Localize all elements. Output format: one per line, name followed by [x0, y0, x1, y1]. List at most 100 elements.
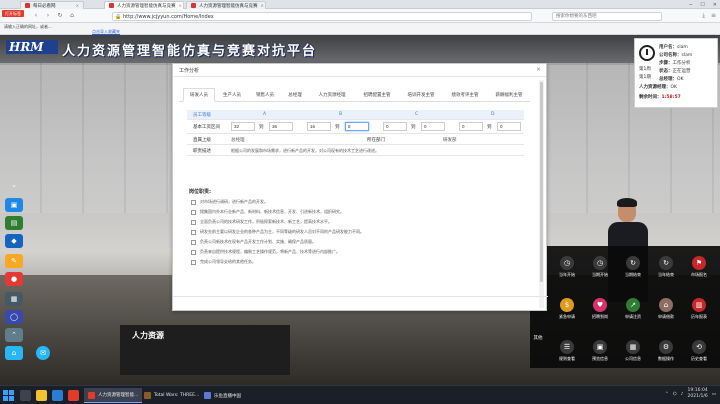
function-button-label: 规则查看 — [559, 356, 575, 361]
app-shortcut-icon[interactable]: ▦ — [5, 292, 23, 306]
duty-item[interactable]: 对市场进行调研，进行新产品的开发。 — [191, 198, 268, 206]
expand-up-icon[interactable]: ⌃ — [5, 328, 23, 342]
dialog-scrollbar-thumb[interactable] — [540, 82, 543, 282]
app-shortcut-icon[interactable]: ◯ — [5, 310, 23, 324]
function-button[interactable]: ♥ 招聘到岗 — [585, 298, 615, 322]
function-button[interactable]: ⚙ 数据操作 — [651, 340, 681, 364]
refresh-icon: ↻ — [659, 256, 673, 270]
chevron-up-icon[interactable]: ⌃ — [665, 392, 669, 397]
function-button[interactable]: ↗ 申请注资 — [618, 298, 648, 322]
address-bar[interactable]: 🔒 http://www.jcjyyun.com/Home/Index — [112, 12, 532, 21]
home-icon[interactable]: ⌂ — [66, 12, 78, 19]
taskbar-clock[interactable]: 19:16:04 2021/1/6 — [688, 388, 708, 400]
role-tab[interactable]: 销售人员 — [249, 88, 281, 102]
function-button[interactable]: $ 紧急申请 — [552, 298, 582, 322]
collapse-down-icon[interactable]: ⌄ — [5, 178, 23, 192]
network-icon[interactable]: ⌬ — [673, 392, 677, 397]
dialog-body: 研发人员 生产人员 销售人员 总经理 人力资源经理 招聘配置主管 培训开发主管 绩效考评主管薪… — [179, 80, 530, 308]
duty-item[interactable]: 研发先前主要以研发企业的各种产品为主，不同等级的研发人员对不同的产品研发能力不同… — [191, 228, 364, 236]
role-tab[interactable]: 生产人员 — [215, 88, 249, 102]
address-text: http://www.jcjyyun.com/Home/Index — [123, 14, 214, 20]
task-view-icon[interactable] — [20, 390, 31, 401]
duty-item[interactable]: 搜集国内外本行业新产品、新材料、新技术信息，开发、引进新技术，组织研究。 — [191, 208, 344, 216]
app-shortcut-icon[interactable]: ✎ — [5, 254, 23, 268]
app-icon[interactable] — [68, 390, 79, 401]
salary-b-to-input[interactable] — [345, 122, 369, 131]
function-button[interactable]: ◷ 当年开始 — [552, 256, 582, 280]
app-shortcut-icon[interactable]: ▤ — [5, 216, 23, 230]
function-button[interactable]: ⌂ 申请借款 — [651, 298, 681, 322]
file-explorer-icon[interactable] — [36, 390, 47, 401]
function-button[interactable]: ↻ 当年结束 — [651, 256, 681, 280]
minimize-icon[interactable]: ─ — [689, 2, 692, 8]
notifications-icon[interactable]: ▭ — [712, 392, 716, 397]
salary-c-from-input[interactable] — [383, 122, 407, 131]
duty-item[interactable]: 全面负责公司的技术研发工作，积极探索新技术、新工艺，提高技术水平。 — [191, 218, 332, 226]
browser-tab-1[interactable]: 每日必看网 ✕ — [20, 1, 84, 9]
forward-icon[interactable]: › — [42, 12, 54, 19]
salary-d-to-input[interactable] — [497, 122, 521, 131]
salary-c-to-input[interactable] — [421, 122, 445, 131]
salary-b-from-input[interactable] — [307, 122, 331, 131]
browser-tab-3[interactable]: 人力资源管理智能仿真与竞赛 ✕ — [186, 1, 266, 9]
duty-checkbox[interactable] — [191, 239, 196, 245]
taskbar-app[interactable]: 人力资源管理智能... — [84, 388, 143, 403]
function-button[interactable]: ☰ 规则查看 — [552, 340, 582, 364]
app-shortcut-icon[interactable]: ● — [5, 272, 23, 286]
function-button[interactable]: ◷ 当期开始 — [585, 256, 615, 280]
role-tab[interactable]: 绩效考评主管 — [443, 88, 487, 102]
duty-checkbox[interactable] — [191, 259, 196, 265]
download-icon[interactable]: ⤓ — [702, 12, 705, 20]
chat-icon[interactable]: ✉ — [36, 346, 50, 360]
duty-checkbox[interactable] — [191, 199, 196, 205]
duty-checkbox[interactable] — [191, 219, 196, 225]
salary-d-from-input[interactable] — [459, 122, 483, 131]
function-button[interactable]: ⚑ 市场报名 — [684, 256, 714, 280]
taskbar-app[interactable]: 乐鱼直播中国 — [200, 388, 245, 403]
menu-icon[interactable]: ≡ — [711, 12, 716, 20]
function-button[interactable]: ↻ 当期结束 — [618, 256, 648, 280]
salary-a-from-input[interactable] — [231, 122, 255, 131]
function-button[interactable]: ⟲ 历史查看 — [684, 340, 714, 364]
close-window-icon[interactable]: ✕ — [713, 2, 717, 8]
role-tab[interactable]: 总经理 — [281, 88, 309, 102]
back-icon[interactable]: ‹ — [30, 12, 42, 19]
history-icon: ⟲ — [692, 340, 706, 354]
volume-icon[interactable]: ♪ — [681, 392, 684, 397]
start-icon[interactable] — [3, 390, 14, 401]
duty-item[interactable]: 完成公司领导交给的其他任务。 — [191, 258, 256, 266]
browser-icon[interactable] — [52, 390, 63, 401]
duty-checkbox[interactable] — [191, 209, 196, 215]
browser-brand-badge[interactable]: 打开标签 — [2, 10, 24, 17]
maximize-icon[interactable]: ☐ — [700, 2, 704, 8]
role-tab[interactable]: 招聘配置主管 — [355, 88, 399, 102]
duty-checkbox[interactable] — [191, 249, 196, 255]
role-tab[interactable]: 培训开发主管 — [399, 88, 443, 102]
app-shortcut-icon[interactable]: ⌂ — [5, 346, 23, 360]
app-shortcut-icon[interactable]: ▣ — [5, 198, 23, 212]
duty-checkbox[interactable] — [191, 229, 196, 235]
duty-item[interactable]: 负责公司新技术在现有产品开发工作计划、实施、确保产品质量。 — [191, 238, 316, 246]
duty-item[interactable]: 负责来自提供技术规程，编制工艺操作规范，将新产品、技术等进行内部推广。 — [191, 248, 340, 256]
site-favicon-icon — [191, 3, 196, 8]
function-button-label: 招聘到岗 — [592, 314, 608, 319]
function-button[interactable]: ▥ 历年报表 — [684, 298, 714, 322]
data-icon: ⚙ — [659, 340, 673, 354]
role-tab[interactable]: 人力资源经理 — [309, 88, 355, 102]
function-button[interactable]: ▦ 公司信息 — [618, 340, 648, 364]
browser-search-input[interactable]: 搜索你想要的东西吧 — [552, 12, 662, 21]
app-shortcut-icon[interactable]: ◆ — [5, 234, 23, 248]
close-tab-icon[interactable]: ✕ — [76, 3, 79, 8]
close-tab-icon[interactable]: ✕ — [179, 3, 182, 8]
function-button[interactable]: ▣ 预览信息 — [585, 340, 615, 364]
reload-icon[interactable]: ↻ — [54, 12, 66, 19]
grid-header-row: 员工等级 A B C D — [187, 110, 524, 120]
role-tab[interactable]: 薪酬福利主管 — [487, 88, 530, 102]
browser-tab-2[interactable]: 人力资源管理智能仿真与竞赛 ✕ — [104, 1, 184, 9]
role-tab[interactable]: 研发人员 — [183, 88, 215, 102]
browser-tab-label: 人力资源管理智能仿真与竞赛 — [117, 3, 176, 9]
close-icon[interactable]: × — [536, 66, 541, 73]
taskbar-app[interactable]: Total Wars: THREE... — [140, 388, 203, 403]
salary-a-to-input[interactable] — [269, 122, 293, 131]
close-tab-icon[interactable]: ✕ — [261, 3, 264, 8]
